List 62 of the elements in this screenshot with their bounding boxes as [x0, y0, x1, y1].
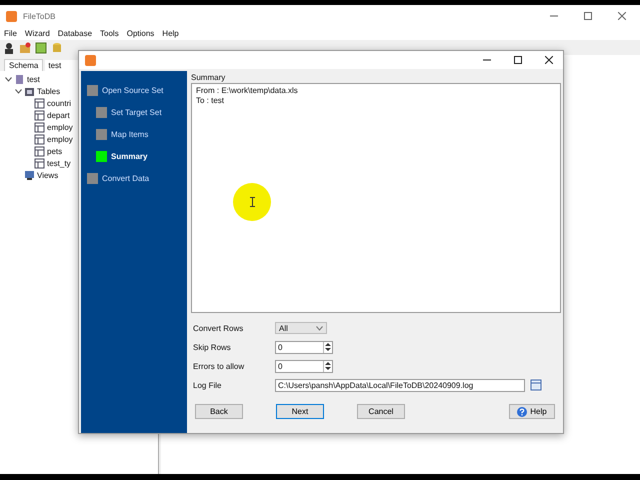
summary-text-area[interactable]: From : E:\work\temp\data.xls To : test — [191, 83, 561, 313]
folder-icon[interactable] — [19, 42, 31, 54]
field-label: Convert Rows — [192, 324, 244, 332]
number-field[interactable]: 0 — [275, 340, 333, 354]
table-icon — [34, 122, 45, 132]
browse-icon[interactable] — [530, 379, 542, 391]
maximize-icon[interactable] — [514, 56, 522, 64]
database-icon — [14, 74, 25, 84]
tree-item[interactable]: test_ty — [47, 158, 71, 168]
tree-item[interactable]: employ — [47, 122, 73, 132]
summary-label: Summary — [191, 73, 226, 83]
tree-item[interactable]: test — [27, 74, 40, 84]
convert-rows-dropdown[interactable]: All — [275, 322, 327, 334]
sheet-icon[interactable] — [35, 42, 47, 54]
dialog-button[interactable]: Back — [195, 404, 243, 419]
views-icon — [24, 170, 35, 180]
tree-item[interactable]: depart — [47, 110, 70, 120]
menu-item[interactable]: File — [4, 29, 17, 38]
field-label: Skip Rows — [192, 342, 232, 352]
tree-item[interactable]: pets — [47, 146, 62, 156]
log-file-field[interactable]: C:\Users\pansh\AppData\Local\FileToDB\20240909.log — [275, 378, 525, 392]
spinner-icon[interactable] — [323, 342, 332, 352]
menu-item[interactable]: Options — [126, 29, 154, 38]
table-icon — [34, 158, 45, 168]
table-icon — [34, 134, 45, 144]
app-logo-icon — [85, 54, 96, 66]
tree-item[interactable]: Views — [37, 170, 58, 180]
wizard-step[interactable]: Map Items — [111, 130, 148, 138]
table-icon — [34, 110, 45, 120]
summary-line: From : E:\work\temp\data.xls — [196, 86, 299, 96]
next-button[interactable]: Next — [276, 404, 324, 419]
wizard-step[interactable]: Convert Data — [102, 174, 150, 182]
menu-item[interactable]: Help — [162, 29, 179, 38]
app-logo-icon — [6, 10, 17, 22]
tree-item[interactable]: Tables — [37, 86, 60, 96]
wizard-step[interactable]: Open Source Set — [102, 86, 164, 94]
help-icon — [517, 406, 528, 416]
number-field[interactable]: 0 — [275, 360, 333, 372]
wizard-step[interactable]: Set Target Set — [111, 108, 162, 116]
dialog-button[interactable]: Cancel — [357, 404, 405, 419]
schema-tab[interactable]: Schema — [4, 59, 44, 71]
chevron-down-icon[interactable] — [4, 76, 12, 82]
close-icon[interactable] — [545, 56, 553, 64]
window-title: FileToDB — [23, 12, 56, 20]
caret-icon — [316, 324, 323, 332]
help-button[interactable]: Help — [509, 404, 555, 419]
field-label: Errors to allow — [192, 362, 246, 370]
tree-item[interactable]: employ — [47, 134, 73, 144]
spinner-icon[interactable] — [323, 360, 332, 372]
table-group-icon — [24, 86, 35, 96]
table-icon — [34, 98, 45, 108]
person-icon[interactable] — [3, 42, 15, 54]
chevron-down-icon[interactable] — [14, 88, 22, 94]
menu-item[interactable]: Wizard — [24, 29, 50, 38]
field-label: Log File — [192, 380, 222, 390]
wizard-step[interactable]: Summary — [111, 152, 148, 160]
table-icon — [34, 146, 45, 156]
summary-line: To : test — [196, 96, 226, 106]
menu-item[interactable]: Database — [58, 29, 92, 38]
tree-item[interactable]: countri — [47, 98, 72, 108]
text-cursor-icon — [250, 197, 254, 207]
menu-item[interactable]: Tools — [100, 29, 119, 38]
